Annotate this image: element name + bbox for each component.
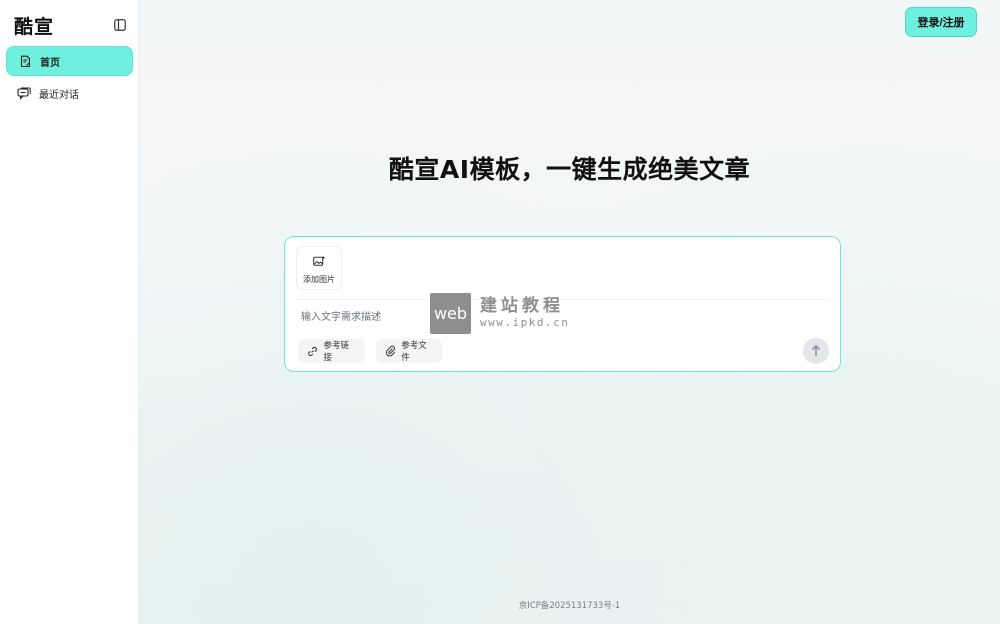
send-button[interactable] (803, 338, 829, 364)
icp-footer[interactable]: 京ICP备2025131733号-1 (139, 599, 1000, 611)
paperclip-icon (385, 345, 396, 357)
add-image-button[interactable]: 添加图片 (296, 246, 342, 290)
brand-logo: 酷宣 (14, 15, 55, 38)
reference-link-label: 参考链接 (323, 341, 349, 363)
sidebar-collapse-icon[interactable] (112, 17, 128, 33)
image-upload-icon (313, 252, 325, 271)
prompt-composer: 添加图片 参考链接 参考文件 (284, 236, 841, 372)
add-image-label: 添加图片 (303, 274, 335, 284)
arrow-up-icon (811, 342, 821, 361)
reference-file-label: 参考文件 (401, 341, 427, 363)
link-icon (307, 345, 318, 357)
brand-row: 酷宣 (14, 14, 128, 38)
sidebar-nav: 首页 最近对话 (6, 46, 133, 110)
sidebar: 酷宣 首页 最近对话 (0, 0, 139, 624)
document-edit-icon (18, 54, 32, 68)
prompt-text-input[interactable] (296, 307, 796, 327)
main-area: 登录/注册 酷宣AI模板，一键生成绝美文章 添加图片 参考链接 参考文件 (139, 0, 1000, 624)
sidebar-item-label: 最近对话 (39, 89, 79, 101)
page-headline: 酷宣AI模板，一键生成绝美文章 (388, 155, 751, 184)
composer-divider (296, 299, 829, 300)
reference-link-button[interactable]: 参考链接 (298, 339, 365, 363)
chat-history-icon (17, 86, 31, 100)
sidebar-item-home[interactable]: 首页 (6, 46, 133, 76)
sidebar-item-recent-chats[interactable]: 最近对话 (6, 78, 133, 108)
sidebar-item-label: 首页 (40, 57, 60, 69)
login-register-button[interactable]: 登录/注册 (905, 7, 977, 37)
reference-file-button[interactable]: 参考文件 (376, 339, 442, 363)
